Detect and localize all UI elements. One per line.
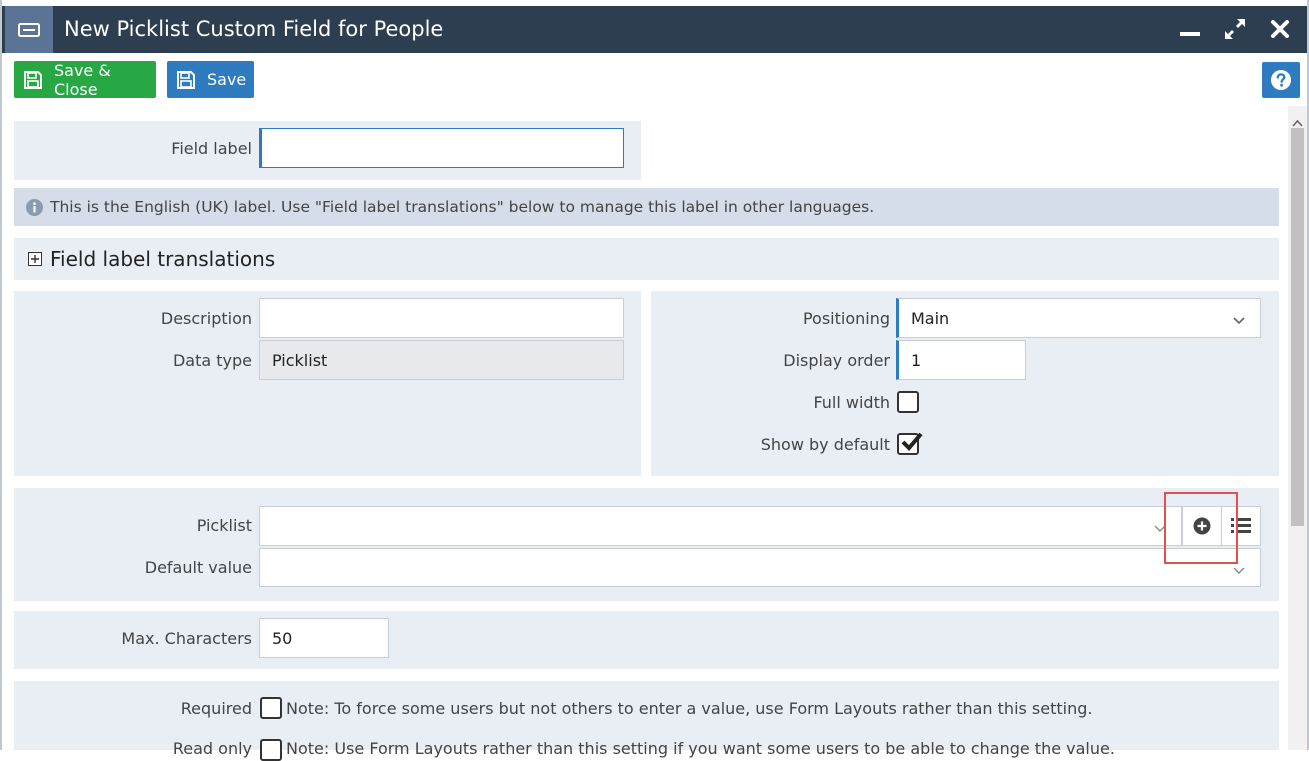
field-label-input[interactable]	[259, 128, 624, 168]
show-by-default-label: Show by default	[760, 435, 890, 454]
translations-heading: Field label translations	[50, 247, 276, 271]
read-only-label: Read only	[172, 739, 252, 758]
field-label-translations-toggle[interactable]: Field label translations	[14, 238, 1279, 280]
default-value-label: Default value	[144, 558, 252, 577]
window-title: New Picklist Custom Field for People	[64, 17, 444, 41]
read-only-checkbox[interactable]	[260, 739, 282, 761]
help-icon	[1270, 69, 1292, 91]
required-checkbox[interactable]	[260, 697, 282, 719]
field-label-label: Field label	[171, 139, 252, 158]
vertical-scrollbar[interactable]	[1288, 106, 1307, 750]
save-icon	[177, 70, 195, 89]
scrollbar-thumb[interactable]	[1291, 128, 1304, 526]
show-by-default-checkbox[interactable]	[897, 432, 923, 455]
display-order-label: Display order	[783, 351, 890, 370]
max-characters-input[interactable]: 50	[259, 618, 389, 658]
save-and-close-label: Save & Close	[54, 60, 111, 99]
full-width-checkbox[interactable]	[897, 391, 919, 413]
minimize-icon[interactable]	[1175, 14, 1205, 44]
close-icon[interactable]	[1265, 14, 1295, 44]
positioning-value: Main	[911, 308, 950, 328]
save-button[interactable]: Save	[167, 61, 254, 98]
info-bar: This is the English (UK) label. Use "Fie…	[14, 188, 1279, 226]
display-order-input[interactable]: 1	[896, 340, 1026, 380]
picklist-label: Picklist	[196, 516, 252, 535]
data-type-field: Picklist	[259, 340, 624, 380]
full-width-label: Full width	[813, 393, 890, 412]
positioning-label: Positioning	[802, 309, 890, 328]
save-icon	[24, 70, 42, 89]
checkmark-icon	[900, 430, 924, 458]
save-and-close-button[interactable]: Save & Close	[14, 60, 156, 99]
help-button[interactable]	[1262, 62, 1300, 98]
dialog-window: New Picklist Custom Field for People Sav…	[0, 0, 1309, 761]
required-label: Required	[180, 699, 252, 718]
expand-icon	[28, 252, 42, 266]
description-label: Description	[160, 309, 252, 328]
save-label: Save	[207, 70, 247, 89]
info-icon	[26, 198, 43, 216]
max-characters-label: Max. Characters	[121, 629, 252, 648]
info-text: This is the English (UK) label. Use "Fie…	[50, 198, 875, 216]
highlight-box	[1164, 492, 1238, 564]
positioning-select[interactable]: Main	[896, 298, 1261, 338]
read-only-note: Note: Use Form Layouts rather than this …	[286, 739, 1115, 758]
data-type-label: Data type	[172, 351, 252, 370]
title-bar: New Picklist Custom Field for People	[2, 6, 1307, 53]
picklist-select[interactable]	[259, 506, 1182, 546]
required-note: Note: To force some users but not others…	[286, 699, 1093, 718]
window-icon	[5, 6, 53, 53]
chevron-down-icon	[1232, 311, 1246, 330]
default-value-select[interactable]	[259, 548, 1261, 587]
maximize-icon[interactable]	[1220, 14, 1250, 44]
description-input[interactable]	[259, 298, 624, 338]
